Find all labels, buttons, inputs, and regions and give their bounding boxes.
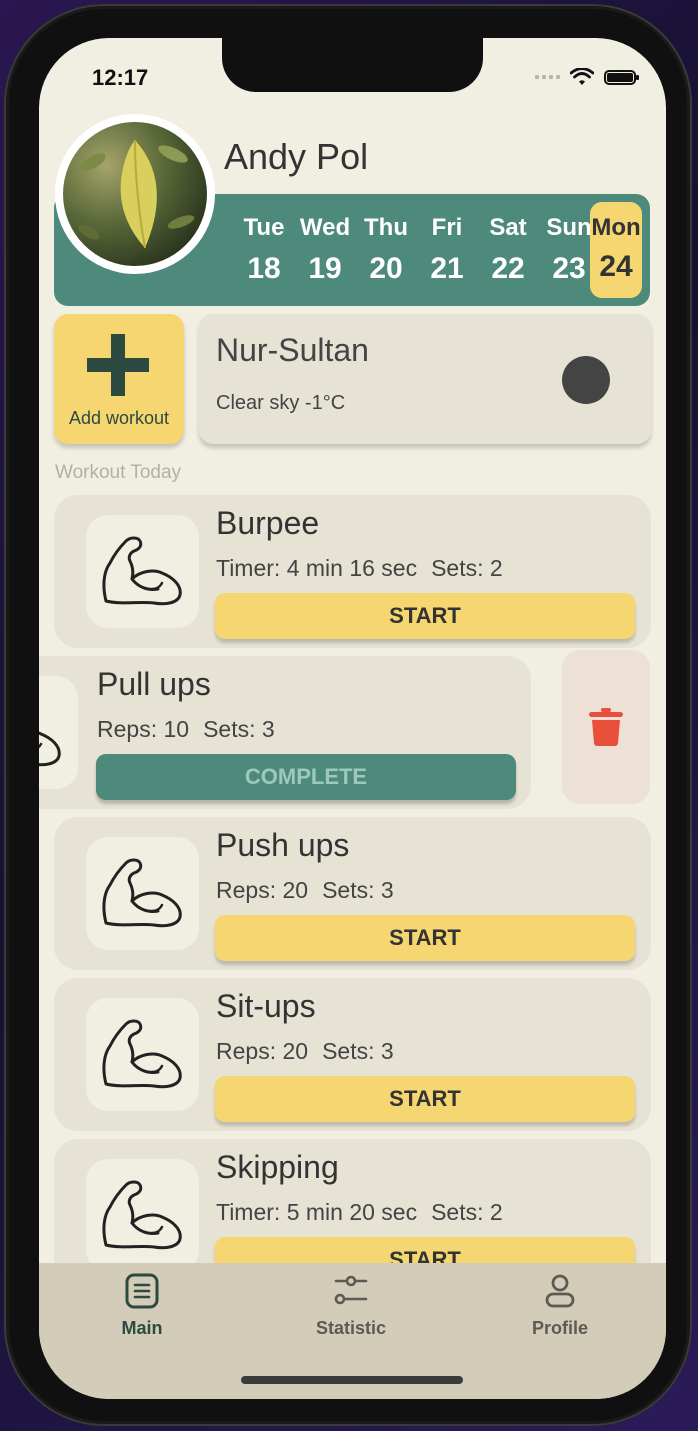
person-icon [545, 1274, 575, 1308]
flexed-bicep-icon [102, 858, 182, 928]
day-tue[interactable]: Tue 18 [234, 194, 294, 286]
battery-icon [604, 69, 639, 85]
workout-card-pull-ups[interactable]: Pull ups Reps: 10 Sets: 3 COMPLETE [39, 656, 531, 809]
workout-name: Push ups [216, 827, 350, 863]
workout-sets: Sets: 3 [322, 1038, 394, 1064]
workout-reps: Reps: 10 [97, 716, 190, 742]
flexed-bicep-icon [102, 1019, 182, 1089]
flexed-bicep-icon [102, 1180, 182, 1250]
section-title: Workout Today [55, 462, 182, 483]
workout-sets: Sets: 3 [203, 716, 275, 742]
plus-icon [87, 334, 149, 396]
flexed-bicep-icon [39, 731, 61, 767]
tab-label: Statistic [315, 1318, 387, 1338]
workout-timer: Timer: 4 min 16 sec [216, 555, 418, 581]
day-name: Fri [431, 214, 463, 241]
workout-sets: Sets: 2 [431, 555, 503, 581]
workout-reps: Reps: 20 [216, 877, 309, 903]
workout-name: Sit-ups [216, 988, 316, 1024]
add-workout-button[interactable]: Add workout [54, 314, 184, 444]
workout-details: Reps: 10 Sets: 3 [97, 716, 275, 743]
day-date: 19 [308, 252, 342, 285]
day-date: 24 [599, 250, 633, 283]
workout-icon-tile [86, 1159, 199, 1272]
workout-name: Burpee [216, 505, 320, 541]
workout-timer: Timer: 5 min 20 sec [216, 1199, 418, 1225]
day-wed[interactable]: Wed 19 [295, 194, 355, 286]
app-screen: 12:17 Andy Pol Tue 18 Wed 19 Thu 20 Fri … [39, 38, 666, 1399]
sliders-icon [334, 1275, 368, 1305]
start-button[interactable]: START [215, 915, 635, 961]
status-time: 12:17 [92, 65, 149, 90]
workout-sets: Sets: 3 [322, 877, 394, 903]
workout-icon-tile [86, 515, 199, 628]
day-name: Mon [591, 214, 641, 241]
flexed-bicep-icon [102, 536, 182, 606]
day-date: 22 [491, 252, 525, 285]
day-mon-selected[interactable]: Mon 24 [590, 202, 642, 298]
workout-icon-tile [86, 837, 199, 950]
day-sat[interactable]: Sat 22 [478, 194, 538, 286]
workout-name: Skipping [216, 1149, 339, 1185]
wifi-icon [570, 68, 594, 85]
avatar[interactable] [55, 114, 215, 274]
workout-details: Reps: 20 Sets: 3 [216, 1038, 394, 1065]
tab-profile[interactable]: Profile [485, 1273, 635, 1339]
workout-reps: Reps: 20 [216, 1038, 309, 1064]
trash-icon [589, 708, 623, 746]
tab-main[interactable]: Main [67, 1273, 217, 1339]
weather-card: Nur-Sultan Clear sky -1°C [199, 314, 651, 444]
day-name: Thu [364, 214, 408, 241]
weather-icon [562, 356, 610, 404]
complete-button[interactable]: COMPLETE [96, 754, 516, 800]
day-name: Tue [243, 214, 285, 241]
start-button[interactable]: START [215, 1076, 635, 1122]
add-workout-label: Add workout [68, 408, 170, 428]
delete-button[interactable] [562, 650, 650, 804]
workout-card-burpee: Burpee Timer: 4 min 16 sec Sets: 2 START [54, 495, 651, 648]
avatar-photo [63, 122, 207, 266]
workout-details: Timer: 5 min 20 sec Sets: 2 [216, 1199, 503, 1226]
workout-icon-tile [86, 998, 199, 1111]
phone-frame: 12:17 Andy Pol Tue 18 Wed 19 Thu 20 Fri … [4, 4, 692, 1426]
workout-sets: Sets: 2 [431, 1199, 503, 1225]
weather-description: Clear sky -1°C [216, 392, 346, 414]
document-list-icon [125, 1273, 159, 1309]
day-date: 18 [247, 252, 281, 285]
status-icons [535, 68, 639, 86]
leaf-photo-image [78, 139, 195, 249]
workout-details: Reps: 20 Sets: 3 [216, 877, 394, 904]
weather-city: Nur-Sultan [216, 332, 369, 368]
day-thu[interactable]: Thu 20 [356, 194, 416, 286]
day-name: Sat [489, 214, 527, 241]
tab-label: Main [121, 1318, 163, 1338]
start-button[interactable]: START [215, 593, 635, 639]
user-name: Andy Pol [224, 136, 369, 177]
notch [222, 38, 483, 92]
workout-details: Timer: 4 min 16 sec Sets: 2 [216, 555, 503, 582]
tab-label: Profile [531, 1318, 588, 1338]
day-date: 20 [369, 252, 403, 285]
workout-card-push-ups: Push ups Reps: 20 Sets: 3 START [54, 817, 651, 970]
day-fri[interactable]: Fri 21 [417, 194, 477, 286]
cellular-signal-icon [535, 75, 560, 79]
workout-card-sit-ups: Sit-ups Reps: 20 Sets: 3 START [54, 978, 651, 1131]
workout-icon-tile [39, 676, 78, 789]
home-indicator[interactable] [241, 1376, 463, 1384]
day-date: 21 [430, 252, 464, 285]
workout-name: Pull ups [97, 666, 211, 702]
day-name: Wed [299, 214, 351, 241]
tab-statistic[interactable]: Statistic [276, 1273, 426, 1339]
